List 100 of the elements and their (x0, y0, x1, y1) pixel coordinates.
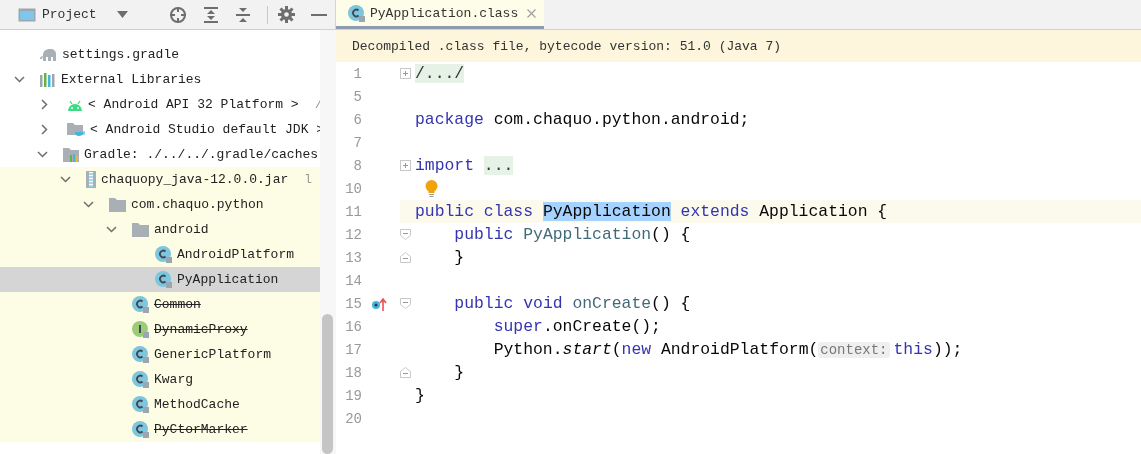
tree-row[interactable]: chaquopy_java-12.0.0.jar l (0, 167, 320, 192)
fold-start-icon[interactable] (400, 229, 411, 240)
window-icon (18, 7, 36, 22)
tree-row[interactable]: settings.gradle (0, 42, 320, 67)
tree-item-label: External Libraries (61, 72, 202, 87)
code-text: .onCreate(); (542, 317, 661, 336)
fold-end-icon[interactable] (400, 252, 411, 263)
chevron-down-icon[interactable] (60, 176, 71, 183)
code-text: () { (651, 225, 691, 244)
class-icon (155, 271, 172, 288)
code-text: () { (651, 294, 691, 313)
fold-end-icon[interactable] (400, 367, 411, 378)
line-number: 17 (344, 341, 362, 358)
tree-row[interactable]: android (0, 217, 320, 242)
tree-item-label: Common (154, 297, 201, 312)
tree-item-label: settings.gradle (62, 47, 180, 62)
decompiled-notice: Decompiled .class file, bytecode version: 51.0 (Java 7) (336, 30, 1141, 62)
line-number: 8 (352, 157, 362, 174)
chevron-down-icon[interactable] (37, 151, 48, 158)
class-icon (132, 421, 149, 438)
line-number: 12 (344, 226, 362, 243)
code-text: com.chaquo.python.android; (492, 110, 750, 129)
settings-icon[interactable] (278, 6, 295, 23)
selected-identifier: PyApplication (542, 202, 671, 221)
tree-row[interactable]: AndroidPlatform (0, 242, 320, 267)
fold-plus-icon[interactable] (400, 160, 411, 171)
class-icon (348, 4, 365, 22)
tree-item-label: Kwarg (154, 372, 193, 387)
tree-item-label: android (154, 222, 209, 237)
line-number: 19 (344, 387, 362, 404)
tree-row[interactable]: MethodCache (0, 392, 320, 417)
line-number: 11 (344, 203, 362, 220)
code-text: AndroidPlatform( (659, 340, 819, 359)
folder-icon (132, 222, 149, 237)
code-text: } (454, 248, 465, 267)
tree-row[interactable]: com.chaquo.python (0, 192, 320, 217)
line-number: 13 (344, 249, 362, 266)
keyword-text: this (893, 340, 933, 359)
code-text: } (415, 386, 425, 405)
chevron-right-icon[interactable] (39, 99, 50, 110)
scrollbar-thumb[interactable] (322, 314, 333, 454)
class-icon (155, 246, 172, 263)
android-icon (67, 98, 83, 111)
line-number: 14 (344, 272, 362, 289)
method-name: start (562, 340, 612, 359)
keyword-text: public (454, 294, 514, 313)
tree-row[interactable]: Kwarg (0, 367, 320, 392)
tree-item-label: DynamicProxy (154, 322, 248, 337)
crosshair-icon[interactable] (169, 5, 187, 24)
chevron-down-icon[interactable] (106, 226, 117, 233)
close-icon[interactable] (527, 8, 537, 18)
chevron-right-icon[interactable] (39, 124, 50, 135)
tree-item-label: com.chaquo.python (131, 197, 264, 212)
class-icon (132, 396, 149, 413)
tree-item-hint: l (304, 172, 313, 187)
keyword-text: package (415, 110, 484, 129)
class-icon (132, 371, 149, 388)
fold-start-icon[interactable] (400, 298, 411, 309)
line-number: 20 (344, 410, 362, 427)
chevron-down-icon[interactable] (14, 76, 25, 83)
class-icon (132, 346, 149, 363)
chevron-down-icon[interactable] (83, 201, 94, 208)
tree-row[interactable]: GenericPlatform (0, 342, 320, 367)
keyword-text: import (415, 156, 475, 175)
editor-tab[interactable]: PyApplication.class (336, 0, 545, 29)
parameter-hint: context: (818, 341, 890, 358)
tree-row[interactable]: PyCtorMarker (0, 417, 320, 442)
elephant-icon (40, 48, 57, 61)
code-text: ( (611, 340, 622, 359)
expand-all-icon[interactable] (203, 6, 219, 23)
dropdown-caret-icon[interactable] (116, 11, 128, 18)
panel-title[interactable]: Project (42, 7, 97, 22)
library-icon (63, 147, 79, 162)
tree-row[interactable]: Common (0, 292, 320, 317)
books-icon (40, 72, 56, 87)
lightbulb-icon[interactable] (425, 180, 438, 197)
keyword-text: new (621, 340, 652, 359)
tree-row[interactable]: DynamicProxy (0, 317, 320, 342)
tree-item-label: MethodCache (154, 397, 240, 412)
fold-plus-icon[interactable] (400, 68, 411, 79)
line-number: 18 (344, 364, 362, 381)
method-name: PyApplication (523, 225, 652, 244)
keyword-text: void (523, 294, 563, 313)
minimize-icon[interactable] (311, 13, 327, 16)
code-text: )); (932, 340, 963, 359)
tree-row[interactable]: PyApplication (0, 267, 320, 292)
tree-row[interactable]: Gradle: ./../../.gradle/caches (0, 142, 320, 167)
code-text: } (454, 363, 465, 382)
override-icon[interactable] (372, 296, 387, 311)
folder-icon (109, 197, 126, 212)
line-number: 7 (352, 134, 362, 151)
jar-icon (86, 171, 96, 188)
line-number: 10 (344, 180, 362, 197)
tree-item-label: GenericPlatform (154, 347, 272, 362)
class-icon (132, 296, 149, 313)
code-text: Python. (493, 340, 563, 359)
tree-row[interactable]: External Libraries (0, 67, 320, 92)
line-number: 6 (352, 111, 362, 128)
folded-code: /.../ (415, 64, 465, 83)
collapse-all-icon[interactable] (235, 6, 251, 23)
